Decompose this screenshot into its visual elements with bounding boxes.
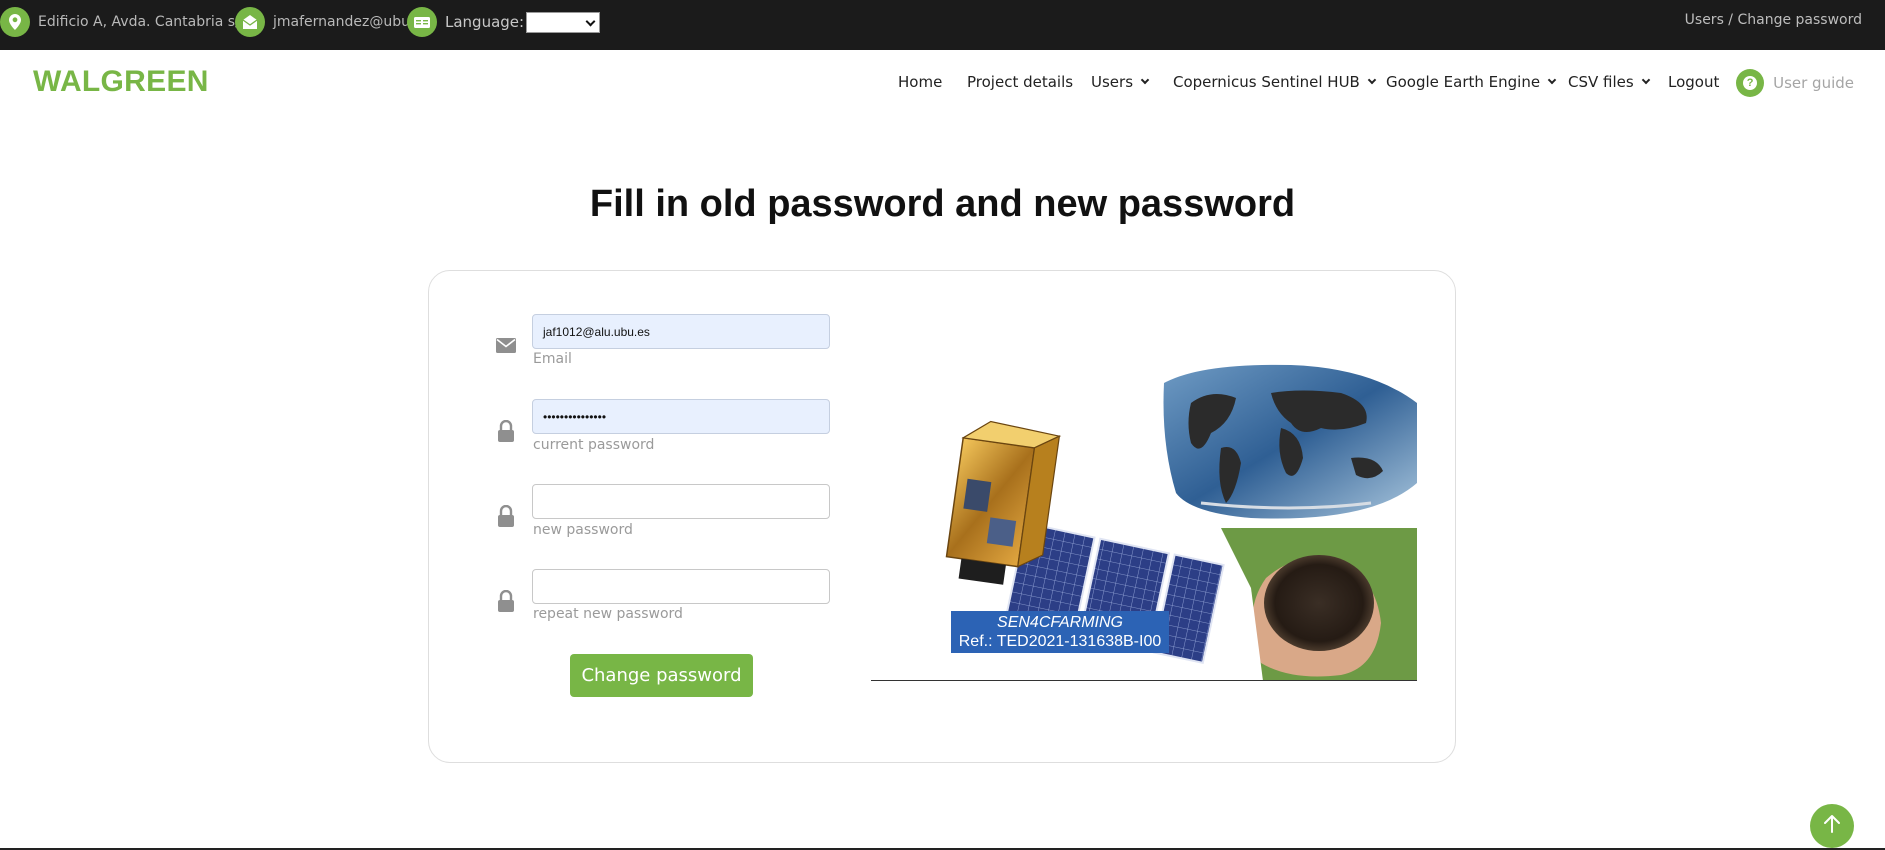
location-pin-icon: [0, 7, 30, 37]
email-info: jmafernandez@ubu.es: [235, 7, 430, 37]
breadcrumb: Users / Change password: [1684, 12, 1862, 28]
nav-logout-label: Logout: [1668, 73, 1720, 91]
nav-csv-files[interactable]: CSV files: [1568, 73, 1650, 91]
project-reference-label: SEN4CFARMING Ref.: TED2021-131638B-I00: [951, 611, 1169, 653]
nav-csv-label: CSV files: [1568, 73, 1634, 91]
change-password-button[interactable]: Change password: [570, 654, 753, 697]
nav-users[interactable]: Users: [1091, 73, 1150, 91]
site-logo[interactable]: WALGREEN: [33, 65, 209, 99]
nav-project-details-label: Project details: [967, 73, 1074, 91]
nav-gee-label: Google Earth Engine: [1386, 73, 1541, 91]
chevron-down-icon: [1547, 75, 1557, 85]
chevron-down-icon: [1641, 75, 1650, 85]
chevron-down-icon: [1140, 75, 1150, 85]
nav-copernicus-label: Copernicus Sentinel HUB: [1173, 73, 1360, 91]
language-select[interactable]: [526, 11, 601, 33]
main-navbar: WALGREEN Home Project details Users Cope…: [0, 50, 1885, 118]
language-label: Language:: [445, 13, 525, 31]
nav-project-details[interactable]: Project details: [967, 73, 1073, 91]
project-name: SEN4CFARMING: [997, 614, 1123, 631]
nav-logout[interactable]: Logout: [1668, 73, 1719, 91]
language-icon: [407, 7, 437, 37]
email-label: Email: [533, 351, 572, 367]
top-info-bar: Edificio A, Avda. Cantabria s/n jmaferna…: [0, 0, 1885, 50]
user-guide-link[interactable]: ? User guide: [1736, 69, 1854, 97]
email-field[interactable]: jaf1012@alu.ubu.es: [532, 314, 830, 349]
help-icon: ?: [1736, 69, 1765, 97]
current-password-field[interactable]: •••••••••••••••: [532, 399, 830, 434]
project-reference: Ref.: TED2021-131638B-I00: [958, 633, 1162, 650]
back-to-top-button[interactable]: [1810, 804, 1854, 848]
current-password-label: current password: [533, 437, 655, 453]
lock-icon: [495, 420, 517, 442]
new-password-field[interactable]: [532, 484, 830, 519]
nav-google-earth-engine[interactable]: Google Earth Engine: [1386, 73, 1557, 91]
nav-users-label: Users: [1091, 73, 1134, 91]
arrow-up-icon: [1823, 814, 1841, 839]
user-guide-label: User guide: [1773, 74, 1854, 92]
nav-home[interactable]: Home: [898, 73, 942, 91]
new-password-label: new password: [533, 522, 633, 538]
project-illustration: SEN4CFARMING Ref.: TED2021-131638B-I00: [871, 363, 1417, 682]
envelope-open-icon: [235, 7, 265, 37]
lock-icon: [495, 590, 517, 612]
page-title: Fill in old password and new password: [589, 183, 1296, 225]
address-info: Edificio A, Avda. Cantabria s/n: [0, 7, 249, 37]
envelope-icon: [495, 334, 517, 356]
chevron-down-icon: [1367, 75, 1377, 85]
nav-copernicus[interactable]: Copernicus Sentinel HUB: [1173, 73, 1377, 91]
repeat-password-label: repeat new password: [533, 606, 683, 622]
language-selector: Language:: [407, 7, 601, 37]
change-password-card: jaf1012@alu.ubu.es Email •••••••••••••••…: [428, 270, 1456, 763]
address-text: Edificio A, Avda. Cantabria s/n: [38, 14, 249, 30]
repeat-password-field[interactable]: [532, 569, 830, 604]
nav-home-label: Home: [898, 73, 943, 91]
lock-icon: [495, 505, 517, 527]
